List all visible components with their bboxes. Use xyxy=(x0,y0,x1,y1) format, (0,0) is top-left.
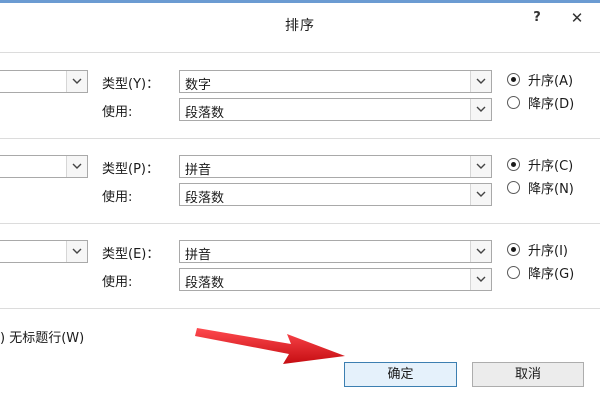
cancel-button[interactable]: 取消 xyxy=(472,362,584,387)
asc-label-3: 升序(I) xyxy=(528,244,568,259)
use-value-3: 段落数 xyxy=(185,276,225,291)
help-button[interactable]: ? xyxy=(530,10,544,28)
chevron-down-icon xyxy=(470,184,491,205)
divider xyxy=(0,138,600,139)
asc-label-1: 升序(A) xyxy=(528,74,574,89)
annotation-arrow-icon xyxy=(195,328,345,364)
radio-selected-dot xyxy=(511,247,516,252)
type-value-2: 拼音 xyxy=(185,163,212,178)
chevron-down-icon xyxy=(470,241,491,262)
desc-label-1: 降序(D) xyxy=(528,97,575,112)
chevron-down-icon xyxy=(66,241,87,262)
type-select-1[interactable]: 数字 xyxy=(179,70,492,93)
radio-selected-dot xyxy=(511,77,516,82)
desc-radio-2[interactable] xyxy=(507,181,520,194)
use-select-2[interactable]: 段落数 xyxy=(179,183,492,206)
chevron-down-icon xyxy=(66,156,87,177)
use-value-1: 段落数 xyxy=(185,106,225,121)
type-select-2[interactable]: 拼音 xyxy=(179,155,492,178)
asc-radio-3[interactable] xyxy=(507,243,520,256)
use-select-1[interactable]: 段落数 xyxy=(179,98,492,121)
desc-label-2: 降序(N) xyxy=(528,182,574,197)
ok-button[interactable]: 确定 xyxy=(344,362,457,387)
type-value-3: 拼音 xyxy=(185,248,212,263)
divider xyxy=(0,52,600,53)
close-button[interactable]: ✕ xyxy=(562,9,592,31)
type-label-2: 类型(P)： xyxy=(102,162,159,177)
sort-key-3-select[interactable] xyxy=(0,240,88,263)
no-header-row-option[interactable]: ) 无标题行(W) xyxy=(0,327,84,346)
use-label-2: 使用: xyxy=(102,190,133,205)
desc-radio-1[interactable] xyxy=(507,96,520,109)
type-label-1: 类型(Y)： xyxy=(102,77,160,92)
desc-label-3: 降序(G) xyxy=(528,267,575,282)
use-value-2: 段落数 xyxy=(185,191,225,206)
chevron-down-icon xyxy=(66,71,87,92)
chevron-down-icon xyxy=(470,156,491,177)
type-label-3: 类型(E)： xyxy=(102,247,160,262)
use-label-1: 使用: xyxy=(102,105,133,120)
type-select-3[interactable]: 拼音 xyxy=(179,240,492,263)
use-select-3[interactable]: 段落数 xyxy=(179,268,492,291)
use-label-3: 使用: xyxy=(102,275,133,290)
asc-label-2: 升序(C) xyxy=(528,159,574,174)
asc-radio-1[interactable] xyxy=(507,73,520,86)
dialog-title: 排序 xyxy=(285,18,315,34)
radio-selected-dot xyxy=(511,162,516,167)
type-value-1: 数字 xyxy=(185,78,212,93)
divider xyxy=(0,223,600,224)
close-icon: ✕ xyxy=(570,9,584,27)
sort-key-2-select[interactable] xyxy=(0,155,88,178)
chevron-down-icon xyxy=(470,71,491,92)
divider xyxy=(0,308,600,309)
desc-radio-3[interactable] xyxy=(507,266,520,279)
sort-key-1-select[interactable] xyxy=(0,70,88,93)
chevron-down-icon xyxy=(470,99,491,120)
title-bar: 排序 ? ✕ xyxy=(0,0,600,38)
chevron-down-icon xyxy=(470,269,491,290)
asc-radio-2[interactable] xyxy=(507,158,520,171)
